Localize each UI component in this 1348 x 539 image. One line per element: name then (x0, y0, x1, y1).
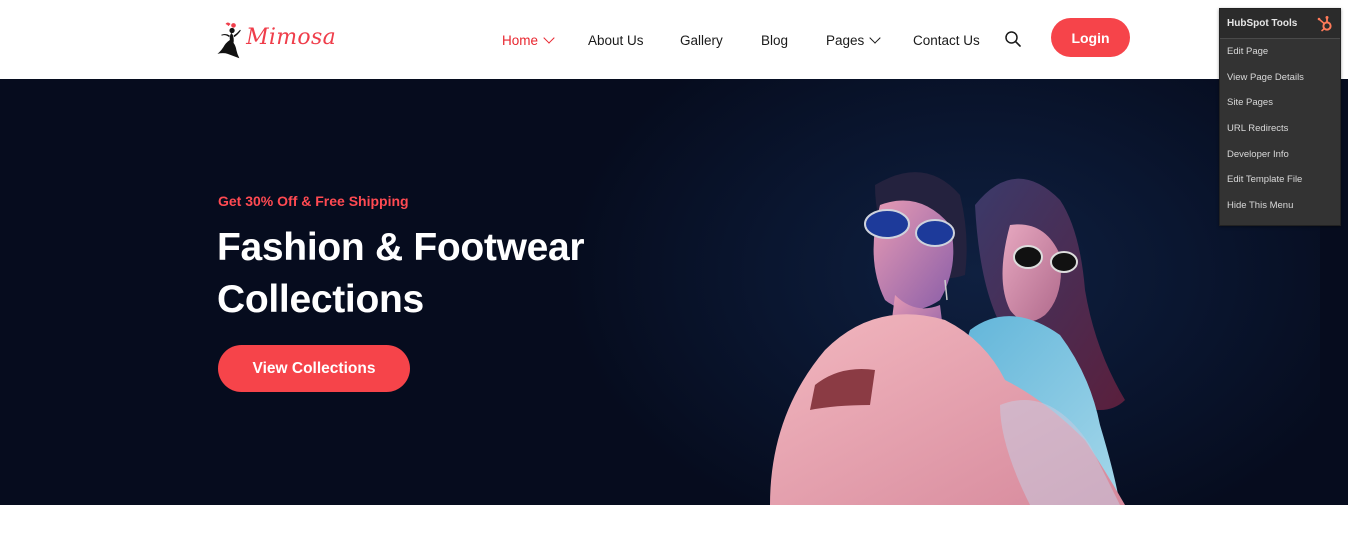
dancer-logo-icon (217, 22, 241, 59)
hero-title-line1: Fashion & Footwear (217, 226, 585, 269)
hero-banner: Get 30% Off & Free Shipping Fashion & Fo… (0, 79, 1348, 505)
nav-about-label: About Us (588, 32, 644, 48)
login-button[interactable]: Login (1051, 18, 1130, 57)
chevron-down-icon (869, 32, 881, 44)
hubspot-tools-title: HubSpot Tools (1227, 18, 1298, 29)
nav-home-label: Home (502, 32, 539, 48)
hero-title: Fashion & Footwear Collections (217, 222, 637, 326)
hs-edit-page[interactable]: Edit Page (1220, 39, 1340, 65)
search-icon (1005, 31, 1021, 47)
hs-view-page-details[interactable]: View Page Details (1220, 65, 1340, 91)
logo-wordmark: Mimosa (246, 24, 336, 50)
nav-item-gallery[interactable]: Gallery (680, 30, 723, 50)
hero-promo-text: Get 30% Off & Free Shipping (218, 193, 409, 209)
site-header: Mimosa Home About Us Gallery Blog Pages … (0, 0, 1348, 79)
nav-blog-label: Blog (761, 32, 789, 48)
hubspot-tools-menu: HubSpot Tools Edit Page View Page Detail… (1219, 8, 1341, 226)
nav-item-blog[interactable]: Blog (761, 30, 788, 50)
view-collections-button[interactable]: View Collections (218, 345, 410, 392)
hs-developer-info[interactable]: Developer Info (1220, 141, 1340, 167)
nav-item-contact-us[interactable]: Contact Us (913, 30, 980, 50)
hs-site-pages[interactable]: Site Pages (1220, 90, 1340, 116)
hs-hide-this-menu[interactable]: Hide This Menu (1220, 193, 1340, 219)
hs-edit-template-file[interactable]: Edit Template File (1220, 167, 1340, 193)
nav-item-pages[interactable]: Pages (826, 30, 881, 50)
nav-pages-label: Pages (826, 32, 865, 48)
hubspot-tools-header[interactable]: HubSpot Tools (1220, 9, 1340, 39)
hubspot-sprocket-icon (1317, 15, 1332, 32)
site-logo[interactable]: Mimosa (216, 14, 336, 66)
nav-gallery-label: Gallery (680, 32, 723, 48)
nav-contact-label: Contact Us (913, 32, 980, 48)
nav-item-about-us[interactable]: About Us (588, 30, 644, 50)
hero-title-line2: Collections (217, 278, 424, 321)
chevron-down-icon (543, 32, 555, 44)
hero-models-image (770, 172, 1125, 505)
nav-item-home[interactable]: Home (502, 30, 555, 50)
hs-url-redirects[interactable]: URL Redirects (1220, 116, 1340, 142)
search-button[interactable] (1004, 30, 1022, 48)
